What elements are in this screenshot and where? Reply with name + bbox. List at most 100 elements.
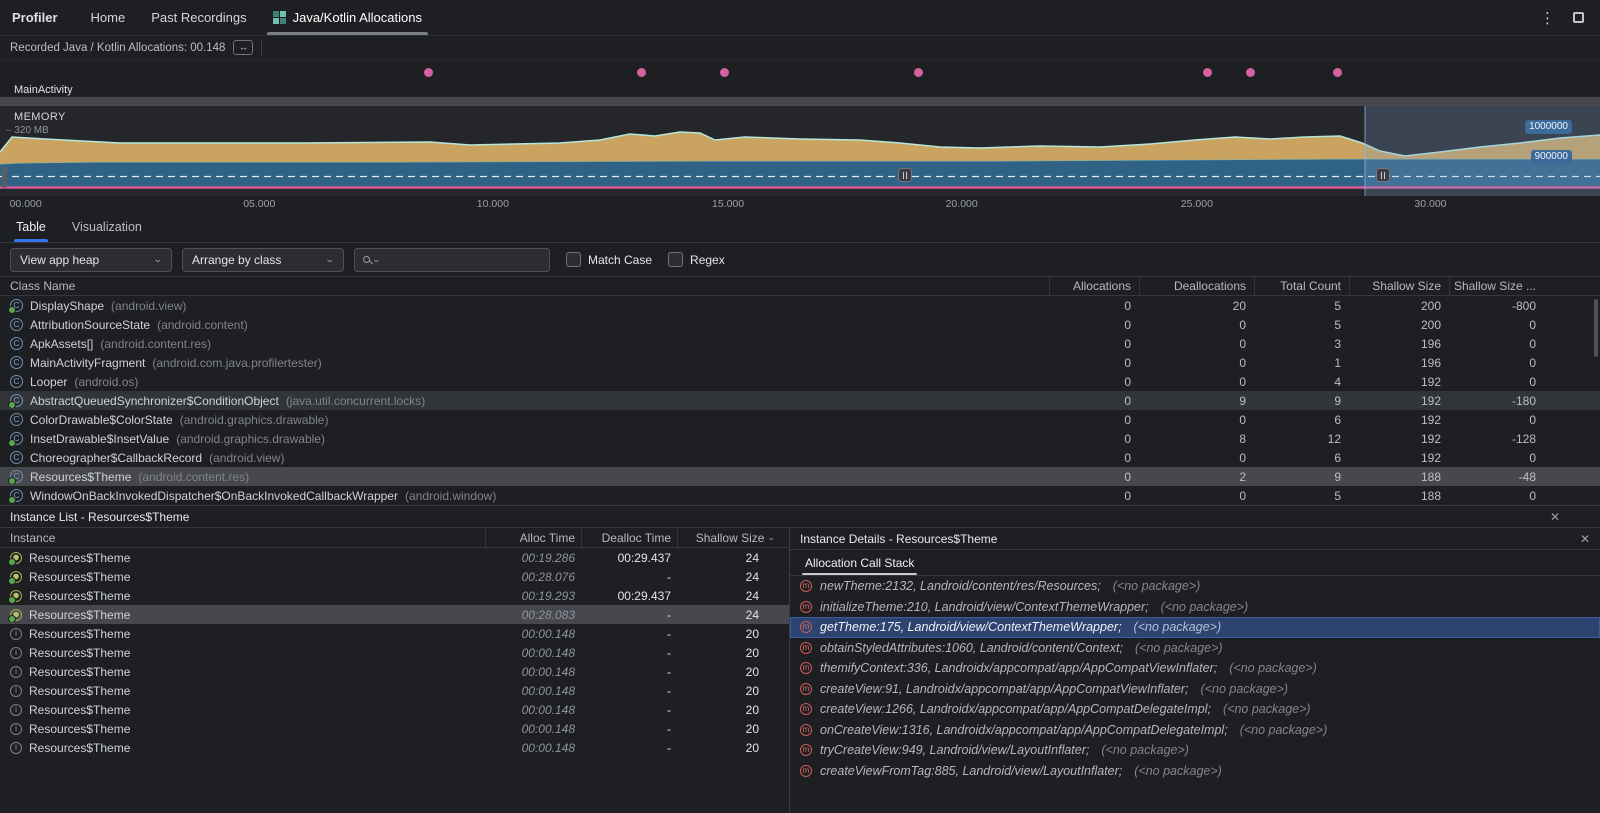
allocation-event-dot[interactable] xyxy=(1203,68,1212,77)
total-count-value: 5 xyxy=(1254,318,1349,332)
instance-icon: i xyxy=(10,609,22,621)
class-table-scrollbar[interactable] xyxy=(1594,299,1598,357)
stack-frame-row[interactable]: m createViewFromTag:885, Landroid/view/L… xyxy=(790,761,1600,782)
search-box[interactable]: ⌄ xyxy=(354,248,550,272)
instance-row[interactable]: i Resources$Theme 00:00.148 - 20 xyxy=(0,738,789,757)
instance-row[interactable]: i Resources$Theme 00:00.148 - 20 xyxy=(0,624,789,643)
match-case-checkbox[interactable] xyxy=(566,252,581,267)
column-header-instance[interactable]: Instance xyxy=(0,528,485,547)
instance-row[interactable]: i Resources$Theme 00:28.083 - 24 xyxy=(0,605,789,624)
heap-select[interactable]: View app heap ⌄ xyxy=(10,248,172,272)
range-handle-right[interactable] xyxy=(1376,168,1390,182)
class-name-cell: C Resources$Theme (android.content.res) xyxy=(0,470,1049,484)
column-header-total-count[interactable]: Total Count xyxy=(1254,277,1349,295)
alloc-time-value: 00:00.148 xyxy=(485,627,581,641)
instance-row[interactable]: i Resources$Theme 00:28.076 - 24 xyxy=(0,567,789,586)
method-icon: m xyxy=(800,662,812,674)
search-input[interactable] xyxy=(383,253,541,267)
allocation-events-track[interactable] xyxy=(0,60,1600,84)
column-header-dealloc-time[interactable]: Dealloc Time xyxy=(581,528,677,547)
stack-frame-row[interactable]: m obtainStyledAttributes:1060, Landroid/… xyxy=(790,638,1600,659)
activity-lifetime-bar[interactable] xyxy=(0,96,1600,106)
class-table-row[interactable]: C Resources$Theme (android.content.res) … xyxy=(0,467,1600,486)
column-header-alloc-time[interactable]: Alloc Time xyxy=(485,528,581,547)
class-table-row[interactable]: C Looper (android.os) 0 0 4 192 0 xyxy=(0,372,1600,391)
window-mode-icon[interactable] xyxy=(1573,12,1584,23)
dealloc-time-value: 00:29.437 xyxy=(581,589,677,603)
class-table-row[interactable]: C MainActivityFragment (android.com.java… xyxy=(0,353,1600,372)
total-count-value: 5 xyxy=(1254,489,1349,503)
shallow-size-value: 188 xyxy=(1349,489,1449,503)
dealloc-time-value: - xyxy=(581,722,677,736)
memory-chart[interactable]: MEMORY 320 MB 1000000900000 xyxy=(0,106,1600,196)
class-table-row[interactable]: C WindowOnBackInvokedDispatcher$OnBackIn… xyxy=(0,486,1600,505)
instance-row[interactable]: i Resources$Theme 00:00.148 - 20 xyxy=(0,662,789,681)
class-name: ColorDrawable$ColorState xyxy=(30,413,173,427)
close-icon[interactable]: ✕ xyxy=(1580,532,1590,546)
allocation-event-dot[interactable] xyxy=(1246,68,1255,77)
column-header-class-name[interactable]: Class Name xyxy=(0,277,1049,295)
divider xyxy=(261,41,262,55)
column-header-shallow-size-change[interactable]: Shallow Size ... xyxy=(1449,277,1544,295)
stack-frame-row[interactable]: m themifyContext:336, Landroidx/appcompa… xyxy=(790,658,1600,679)
stack-frame-row[interactable]: m newTheme:2132, Landroid/content/res/Re… xyxy=(790,576,1600,597)
view-tab[interactable]: Table xyxy=(16,212,46,242)
regex-checkbox[interactable] xyxy=(668,252,683,267)
top-tab[interactable]: Past Recordings xyxy=(138,0,259,35)
class-table-row[interactable]: C AbstractQueuedSynchronizer$ConditionOb… xyxy=(0,391,1600,410)
class-table-row[interactable]: C InsetDrawable$InsetValue (android.grap… xyxy=(0,429,1600,448)
class-table-row[interactable]: C ApkAssets[] (android.content.res) 0 0 … xyxy=(0,334,1600,353)
class-table-row[interactable]: C AttributionSourceState (android.conten… xyxy=(0,315,1600,334)
allocation-event-dot[interactable] xyxy=(1333,68,1342,77)
instance-row[interactable]: i Resources$Theme 00:00.148 - 20 xyxy=(0,700,789,719)
stack-frame-row[interactable]: m getTheme:175, Landroid/view/ContextThe… xyxy=(790,617,1600,638)
close-icon[interactable]: ✕ xyxy=(1550,510,1560,524)
column-header-allocations[interactable]: Allocations xyxy=(1049,277,1139,295)
stack-frame-row[interactable]: m createView:91, Landroidx/appcompat/app… xyxy=(790,679,1600,700)
stack-frame-row[interactable]: m onCreateView:1316, Landroidx/appcompat… xyxy=(790,720,1600,741)
allocation-event-dot[interactable] xyxy=(637,68,646,77)
column-header-instance-shallow-size[interactable]: Shallow Size ⌄ xyxy=(677,528,789,547)
column-header-shallow-size[interactable]: Shallow Size xyxy=(1349,277,1449,295)
allocation-event-dot[interactable] xyxy=(914,68,923,77)
shallow-size-change-value: -128 xyxy=(1449,432,1544,446)
arrange-select[interactable]: Arrange by class ⌄ xyxy=(182,248,344,272)
match-case-option[interactable]: Match Case xyxy=(566,252,652,267)
range-handle-left[interactable] xyxy=(898,168,912,182)
zoom-to-fit-icon[interactable]: ↔ xyxy=(233,40,253,55)
instance-name-cell: i Resources$Theme xyxy=(0,589,485,603)
activity-label: MainActivity xyxy=(0,84,1600,96)
class-name: Choreographer$CallbackRecord xyxy=(30,451,202,465)
instance-row[interactable]: i Resources$Theme 00:00.148 - 20 xyxy=(0,719,789,738)
top-tab[interactable]: Java/Kotlin Allocations xyxy=(260,0,435,35)
regex-option[interactable]: Regex xyxy=(668,252,725,267)
track-resize-grip[interactable] xyxy=(2,166,7,188)
allocation-event-dot[interactable] xyxy=(720,68,729,77)
class-table-row[interactable]: C Choreographer$CallbackRecord (android.… xyxy=(0,448,1600,467)
top-tab[interactable]: Home xyxy=(78,0,139,35)
more-options-icon[interactable]: ⋮ xyxy=(1540,9,1555,27)
instance-row[interactable]: i Resources$Theme 00:19.286 00:29.437 24 xyxy=(0,548,789,567)
time-axis: 00.00005.00010.00015.00020.00025.00030.0… xyxy=(0,196,1600,212)
instance-row[interactable]: i Resources$Theme 00:19.293 00:29.437 24 xyxy=(0,586,789,605)
class-name: Resources$Theme xyxy=(30,470,131,484)
instance-name: Resources$Theme xyxy=(29,627,130,641)
stack-frame-text: initializeTheme:210, Landroid/view/Conte… xyxy=(820,600,1149,614)
class-table-row[interactable]: C DisplayShape (android.view) 0 20 5 200… xyxy=(0,296,1600,315)
allocation-event-dot[interactable] xyxy=(424,68,433,77)
class-table-row[interactable]: C ColorDrawable$ColorState (android.grap… xyxy=(0,410,1600,429)
instance-list-title: Instance List - Resources$Theme xyxy=(10,510,189,524)
instance-row[interactable]: i Resources$Theme 00:00.148 - 20 xyxy=(0,643,789,662)
instance-row[interactable]: i Resources$Theme 00:00.148 - 20 xyxy=(0,681,789,700)
class-name-cell: C DisplayShape (android.view) xyxy=(0,299,1049,313)
instance-details-titlebar: Instance Details - Resources$Theme ✕ xyxy=(790,528,1600,550)
search-history-chevron-icon: ⌄ xyxy=(372,255,381,264)
stack-frame-row[interactable]: m initializeTheme:210, Landroid/view/Con… xyxy=(790,597,1600,618)
stack-frame-row[interactable]: m tryCreateView:949, Landroid/view/Layou… xyxy=(790,740,1600,761)
column-header-deallocations[interactable]: Deallocations xyxy=(1139,277,1254,295)
time-axis-tick: 10.000 xyxy=(477,198,509,210)
stack-frame-row[interactable]: m createView:1266, Landroidx/appcompat/a… xyxy=(790,699,1600,720)
view-tab[interactable]: Visualization xyxy=(72,212,142,242)
tab-allocation-call-stack[interactable]: Allocation Call Stack xyxy=(802,550,917,575)
instance-shallow-size-value: 24 xyxy=(677,570,789,584)
